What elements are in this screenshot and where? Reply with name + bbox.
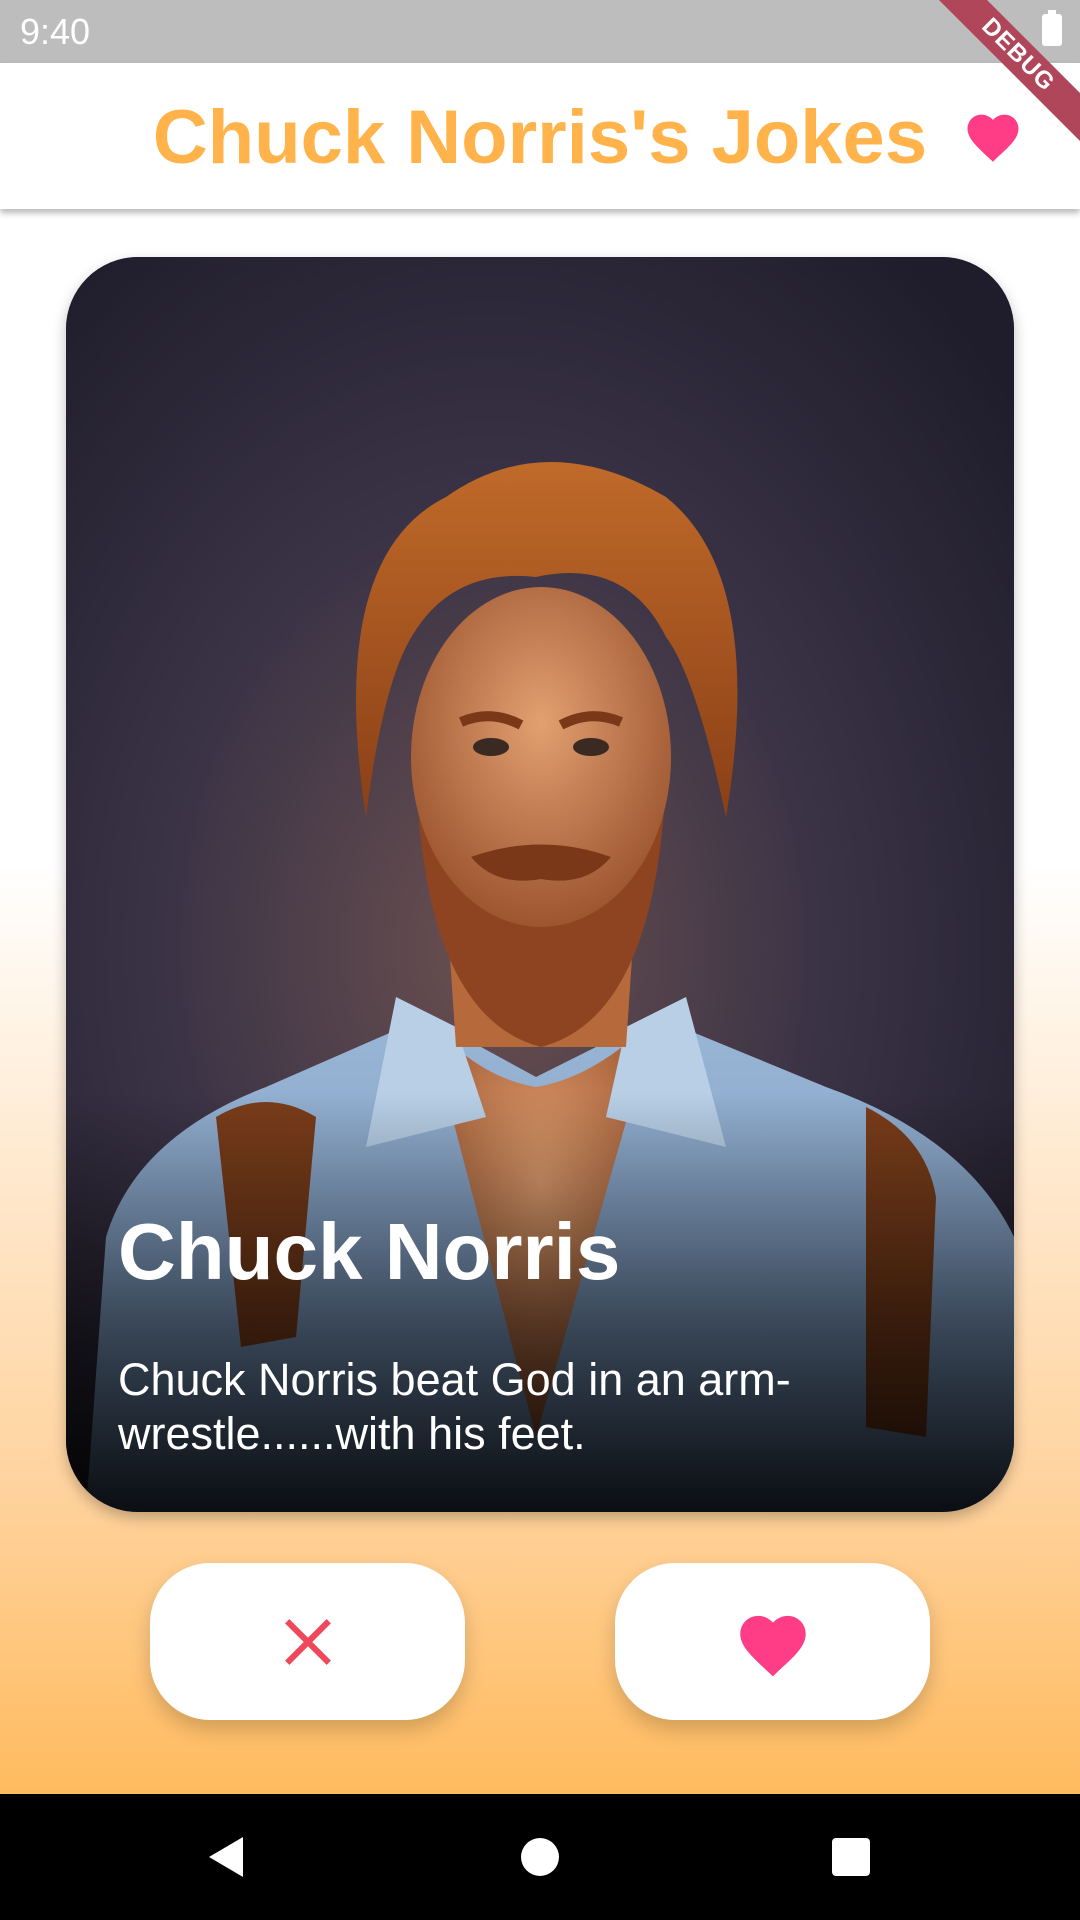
recents-button[interactable] <box>781 1794 921 1920</box>
joke-card[interactable]: Chuck Norris Chuck Norris beat God in an… <box>66 257 1014 1512</box>
navigation-bar <box>0 1794 1080 1920</box>
home-circle-icon <box>521 1838 559 1876</box>
back-triangle-icon <box>209 1837 243 1877</box>
app-bar: Chuck Norris's Jokes <box>0 63 1080 209</box>
heart-icon <box>739 1615 806 1676</box>
status-time: 9:40 <box>20 11 91 52</box>
dislike-button[interactable] <box>150 1563 465 1720</box>
app-title: Chuck Norris's Jokes <box>152 95 928 180</box>
recents-square-icon <box>832 1838 870 1876</box>
debug-banner: DEBUG <box>930 0 1080 150</box>
status-bar: 9:40 <box>0 0 1080 63</box>
close-icon <box>284 1618 331 1665</box>
card-joke: Chuck Norris beat God in an arm-wrestle.… <box>118 1354 791 1459</box>
card-name: Chuck Norris <box>118 1207 621 1296</box>
home-button[interactable] <box>470 1794 610 1920</box>
like-button[interactable] <box>615 1563 930 1720</box>
debug-label: DEBUG <box>930 0 1080 150</box>
back-button[interactable] <box>156 1794 296 1920</box>
